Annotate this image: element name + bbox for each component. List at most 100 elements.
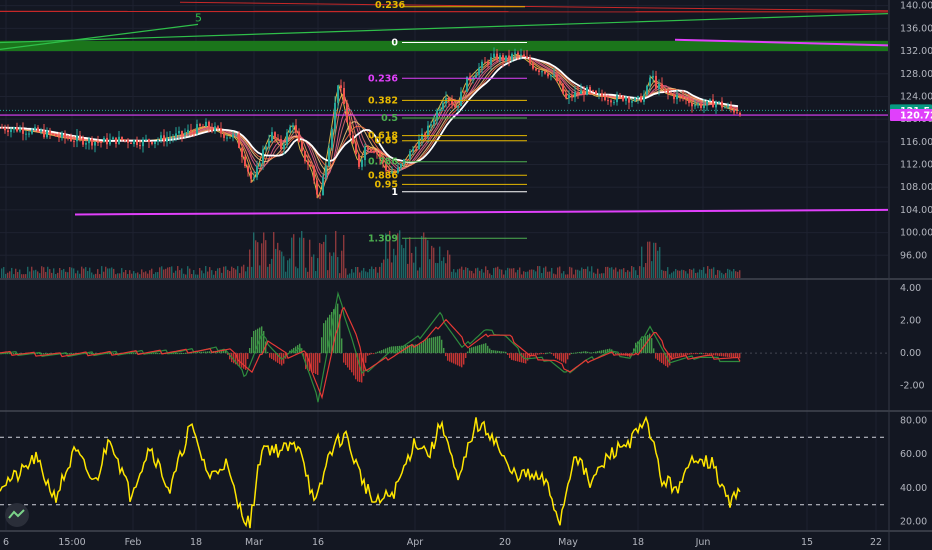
candle-body (28, 133, 30, 135)
volume-bar (197, 274, 199, 278)
candle-body (682, 95, 684, 99)
macd-histogram-bar (731, 353, 733, 358)
candle-body (298, 131, 300, 143)
macd-histogram-bar (493, 350, 495, 354)
volume-bar (521, 274, 523, 278)
candle-body (91, 138, 93, 146)
price-tick-label: 140.00 (900, 1, 932, 12)
volume-bar (333, 252, 335, 278)
volume-bar (49, 269, 51, 278)
macd-histogram-bar (463, 353, 465, 365)
volume-bar (681, 269, 683, 278)
volume-bar (429, 259, 431, 278)
candle-body (64, 133, 66, 138)
macd-histogram-bar (247, 353, 249, 359)
macd-histogram-bar (279, 353, 281, 365)
candle-body (226, 137, 228, 139)
candle-body (499, 55, 501, 60)
macd-histogram-bar (377, 351, 379, 354)
volume-bar (169, 267, 171, 278)
volume-bar (715, 274, 717, 278)
macd-histogram-bar (43, 353, 45, 355)
candle-body (235, 133, 237, 135)
candle-body (334, 102, 336, 129)
macd-histogram-bar (153, 353, 155, 355)
candle-body (274, 132, 276, 139)
volume-bar (87, 271, 89, 278)
volume-bar (639, 266, 641, 278)
volume-bar (247, 266, 249, 278)
volume-bar (699, 269, 701, 278)
macd-histogram-bar (267, 351, 269, 354)
volume-bar (709, 268, 711, 278)
volume-bar (427, 240, 429, 278)
candle-body (118, 136, 120, 144)
volume-bar (193, 270, 195, 278)
candle-body (490, 57, 492, 65)
time-tick-label: 22 (870, 537, 882, 548)
volume-bar (215, 270, 217, 278)
candle-body (655, 75, 657, 89)
volume-bar (149, 270, 151, 278)
volume-bar (493, 268, 495, 278)
candle-body (568, 94, 570, 99)
chart-canvas[interactable]: 50.236 00.2360.3820.50.6180.650.7860.886… (0, 0, 932, 550)
volume-bar (347, 274, 349, 278)
volume-bar (549, 271, 551, 278)
candle-body (400, 163, 402, 168)
macd-histogram-bar (557, 353, 559, 360)
candle-body (601, 93, 603, 97)
volume-bar (481, 269, 483, 278)
volume-bar (159, 267, 161, 278)
tradingview-logo-icon[interactable] (5, 503, 29, 527)
volume-bar (121, 268, 123, 278)
candle-body (724, 107, 726, 109)
candle-body (502, 55, 504, 61)
candle-body (181, 130, 183, 136)
candle-body (454, 104, 456, 108)
volume-bar (223, 266, 225, 278)
volume-bar (395, 255, 397, 278)
volume-bar (399, 230, 401, 278)
volume-bar (553, 273, 555, 278)
macd-histogram-bar (663, 353, 665, 365)
candle-body (307, 161, 309, 165)
volume-bar (83, 268, 85, 278)
candle-body (529, 57, 531, 64)
candle-body (319, 194, 321, 196)
macd-histogram-bar (681, 353, 683, 356)
candle-body (463, 91, 465, 93)
volume-bar (45, 271, 47, 278)
volume-bar (569, 266, 571, 278)
macd-histogram-bar (319, 353, 321, 363)
volume-bar (525, 271, 527, 278)
candle-body (322, 177, 324, 196)
volume-bar (603, 273, 605, 278)
volume-bar (213, 274, 215, 278)
macd-histogram-bar (591, 352, 593, 354)
macd-histogram-bar (449, 353, 451, 362)
candle-body (598, 93, 600, 95)
volume-bar (687, 273, 689, 278)
candle-body (121, 136, 123, 140)
macd-histogram-bar (729, 353, 731, 358)
volume-bar (95, 273, 97, 278)
macd-histogram-bar (651, 338, 653, 354)
macd-histogram-bar (347, 353, 349, 368)
candle-body (367, 147, 369, 150)
volume-bar (73, 268, 75, 278)
volume-bar (439, 246, 441, 278)
candle-body (124, 139, 126, 141)
macd-histogram-bar (503, 351, 505, 354)
volume-bar (383, 259, 385, 278)
volume-bar (327, 270, 329, 278)
candle-body (625, 97, 627, 101)
macd-histogram-bar (649, 333, 651, 354)
volume-bar (63, 268, 65, 278)
candle-body (658, 83, 660, 89)
volume-bar (453, 269, 455, 278)
volume-bar (71, 267, 73, 278)
macd-histogram-bar (345, 353, 347, 366)
macd-histogram-bar (427, 338, 429, 354)
volume-bar (319, 242, 321, 278)
